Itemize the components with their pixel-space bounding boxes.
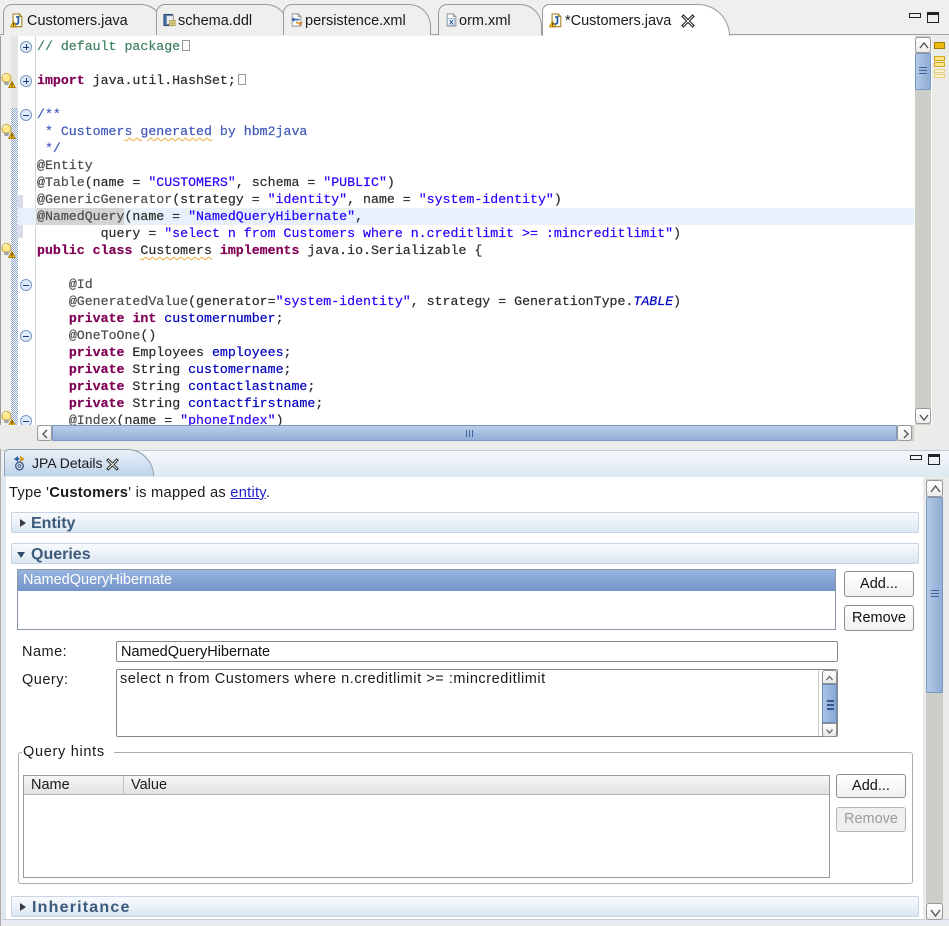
svg-text:x: x	[449, 17, 454, 26]
